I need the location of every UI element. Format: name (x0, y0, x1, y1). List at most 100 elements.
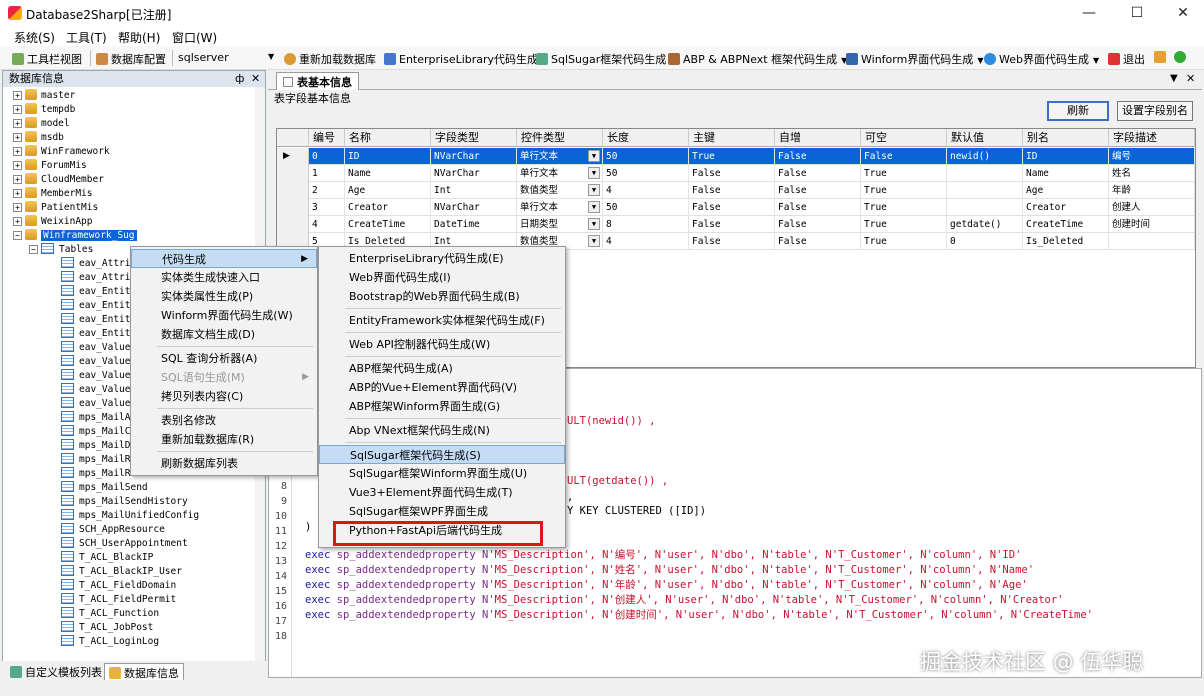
table-cell[interactable]: ID (1023, 148, 1109, 165)
submenu-item[interactable]: ABP框架代码生成(A) (319, 359, 565, 378)
submenu-item[interactable]: Web界面代码生成(I) (319, 268, 565, 287)
web-gen-button[interactable]: Web界面代码生成 ▼ (984, 51, 1099, 67)
table-row[interactable]: 2 Age Int 数值类型 ▼ 4 False False True Age 年龄 (277, 182, 1195, 199)
table-cell[interactable]: False (689, 165, 775, 182)
table-cell[interactable] (947, 199, 1023, 216)
table-cell[interactable]: Creator (345, 199, 431, 216)
minimize-button[interactable]: — (1066, 0, 1112, 26)
context-menu-item[interactable]: Winform界面代码生成(W) (131, 306, 317, 325)
row-header[interactable] (277, 199, 309, 216)
table-cell[interactable]: True (861, 199, 947, 216)
tree-db-node[interactable]: + WeixinApp (13, 215, 92, 229)
column-header[interactable]: 自增 (775, 129, 861, 147)
tree-db-node[interactable]: + PatientMis (13, 201, 98, 215)
tree-table-node[interactable]: eav_Value_ (61, 341, 136, 355)
tree-table-node[interactable]: eav_Attrib (61, 257, 136, 271)
tree-table-node[interactable]: mps_MailRe (61, 453, 136, 467)
db-type-select[interactable]: sqlserver ▼ (178, 51, 276, 64)
table-cell[interactable]: True (861, 182, 947, 199)
table-cell[interactable]: True (861, 165, 947, 182)
refresh-icon-button[interactable] (1174, 51, 1189, 64)
tab-custom-templates[interactable]: 自定义模板列表 (6, 663, 106, 680)
table-cell[interactable]: 数值类型 ▼ (517, 182, 603, 199)
expand-icon[interactable]: + (13, 189, 22, 198)
refresh-button[interactable]: 刷新 (1047, 101, 1109, 121)
tree-db-node[interactable]: + msdb (13, 131, 64, 145)
chevron-down-icon[interactable]: ▼ (588, 184, 600, 196)
table-row[interactable]: 4 CreateTime DateTime 日期类型 ▼ 8 False False True g… (277, 216, 1195, 233)
expand-icon[interactable]: + (13, 105, 22, 114)
table-cell[interactable]: 年龄 (1109, 182, 1195, 199)
table-cell[interactable]: NVarChar (431, 148, 517, 165)
table-cell[interactable]: True (861, 216, 947, 233)
table-cell[interactable]: 3 (309, 199, 345, 216)
tree-table-node[interactable]: T_ACL_LoginLog (61, 635, 159, 649)
context-menu-item[interactable]: SQL 查询分析器(A) (131, 349, 317, 368)
context-menu-item[interactable]: 实体类生成快速入口 (131, 268, 317, 287)
table-cell[interactable]: CreateTime (345, 216, 431, 233)
tree-table-node[interactable]: mps_MailSendHistory (61, 495, 188, 509)
table-cell[interactable]: Age (1023, 182, 1109, 199)
tree-tables-node[interactable]: − Tables (29, 243, 93, 257)
table-cell[interactable]: 编号 (1109, 148, 1195, 165)
submenu-item[interactable]: ABP的Vue+Element界面代码(V) (319, 378, 565, 397)
expand-icon[interactable]: + (13, 91, 22, 100)
context-menu-item[interactable]: 重新加载数据库(R) (131, 430, 317, 449)
maximize-button[interactable]: ☐ (1114, 0, 1160, 26)
table-cell[interactable]: 单行文本 ▼ (517, 199, 603, 216)
submenu-item[interactable]: EntityFramework实体框架代码生成(F) (319, 311, 565, 330)
table-cell[interactable]: 8 (603, 216, 689, 233)
table-cell[interactable]: False (689, 216, 775, 233)
chevron-down-icon[interactable]: ▼ (588, 201, 600, 213)
tree-table-node[interactable]: eav_Value_ (61, 397, 136, 411)
table-cell[interactable]: 2 (309, 182, 345, 199)
reload-db-button[interactable]: 重新加载数据库 (284, 51, 376, 67)
sqlsugar-gen-button[interactable]: SqlSugar框架代码生成 (536, 51, 666, 67)
table-cell[interactable]: False (775, 216, 861, 233)
column-header[interactable]: 可空 (861, 129, 947, 147)
table-cell[interactable]: 单行文本 ▼ (517, 148, 603, 165)
tree-table-node[interactable]: eav_Value_ (61, 383, 136, 397)
column-header[interactable]: 名称 (345, 129, 431, 147)
submenu-item[interactable]: SqlSugar框架Winform界面生成(U) (319, 464, 565, 483)
table-cell[interactable]: newid() (947, 148, 1023, 165)
table-cell[interactable]: False (775, 233, 861, 250)
table-cell[interactable]: False (689, 233, 775, 250)
row-header[interactable] (277, 182, 309, 199)
chevron-down-icon[interactable]: ▼ (588, 150, 600, 162)
context-menu-item[interactable]: 代码生成 ▶ (131, 249, 317, 268)
pin-icon[interactable]: ф (235, 71, 244, 87)
submenu-item[interactable]: Web API控制器代码生成(W) (319, 335, 565, 354)
tab-db-info[interactable]: 数据库信息 (104, 663, 184, 680)
table-cell[interactable]: 0 (947, 233, 1023, 250)
tree-table-node[interactable]: T_ACL_FieldDomain (61, 579, 176, 593)
row-header[interactable] (277, 216, 309, 233)
expand-icon[interactable]: + (13, 119, 22, 128)
column-header[interactable]: 长度 (603, 129, 689, 147)
table-row[interactable]: 3 Creator NVarChar 单行文本 ▼ 50 False False True Cre… (277, 199, 1195, 216)
table-cell[interactable]: 50 (603, 165, 689, 182)
table-cell[interactable]: False (689, 199, 775, 216)
table-row[interactable]: 1 Name NVarChar 单行文本 ▼ 50 False False True Name 姓名 (277, 165, 1195, 182)
expand-icon[interactable]: + (13, 175, 22, 184)
close-icon[interactable]: ✕ (251, 71, 260, 87)
context-menu-item[interactable]: 实体类属性生成(P) (131, 287, 317, 306)
tree-db-node[interactable]: + CloudMember (13, 173, 104, 187)
table-cell[interactable]: False (861, 148, 947, 165)
context-menu-item[interactable]: 拷贝列表内容(C) (131, 387, 317, 406)
submenu-item[interactable]: Bootstrap的Web界面代码生成(B) (319, 287, 565, 306)
table-cell[interactable]: 创建时间 (1109, 216, 1195, 233)
enterprise-gen-button[interactable]: EnterpriseLibrary代码生成 (384, 51, 538, 67)
submenu-item[interactable]: ABP框架Winform界面生成(G) (319, 397, 565, 416)
expand-icon[interactable]: + (13, 217, 22, 226)
row-header[interactable]: ▶ (277, 148, 309, 165)
exit-button[interactable]: 退出 (1108, 51, 1145, 67)
tree-table-node[interactable]: eav_Attrib (61, 271, 136, 285)
expand-icon[interactable]: + (13, 161, 22, 170)
home-button[interactable] (1154, 51, 1169, 64)
tab-dropdown-icon[interactable]: ▼ (1170, 73, 1178, 84)
expand-icon[interactable]: + (13, 133, 22, 142)
column-header[interactable]: 字段类型 (431, 129, 517, 147)
tree-table-node[interactable]: eav_Entity (61, 299, 136, 313)
table-cell[interactable]: True (689, 148, 775, 165)
